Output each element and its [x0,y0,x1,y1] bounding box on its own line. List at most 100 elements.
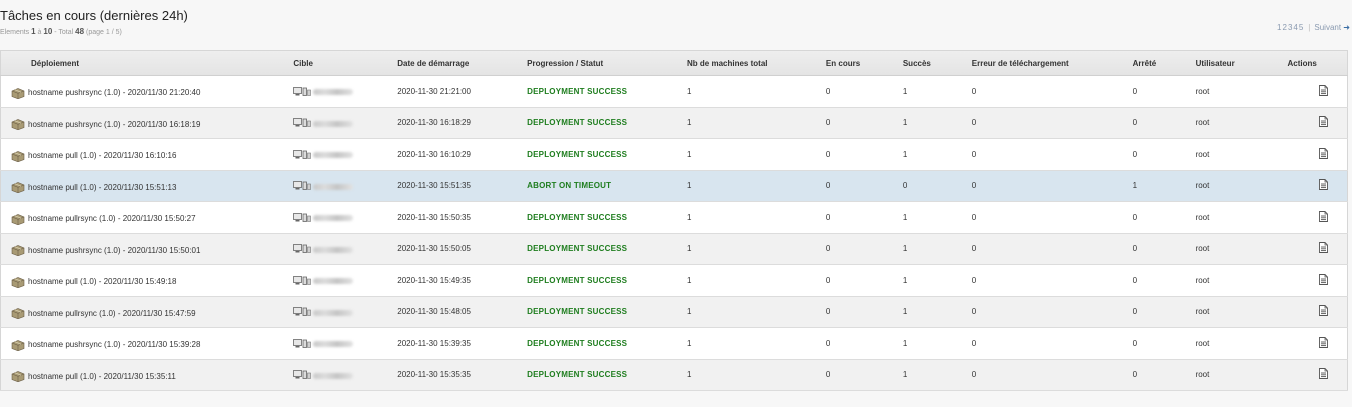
range-sep: à [37,29,42,36]
cell-date: 2020-11-30 15:35:35 [397,370,471,380]
cell-utilisateur: root [1195,244,1210,254]
cell-deploiement: hostname pullrsync (1.0) - 2020/11/30 15… [1,296,294,328]
col-succes[interactable]: Succès [902,50,972,76]
cell-date: 2020-11-30 16:10:29 [397,149,471,159]
deployment-name[interactable]: hostname pullrsync (1.0) - 2020/11/30 15… [28,309,196,318]
cell-succes: 1 [902,86,908,96]
tasks-table: Déploiement Cible Date de démarrage Prog… [0,50,1348,391]
page-link-1[interactable]: 1 [1277,23,1281,32]
status-text: DEPLOYMENT SUCCESS [527,370,628,380]
cell-en-cours: 0 [825,118,831,128]
cell-succes: 0 [902,181,908,191]
col-cible[interactable]: Cible [293,50,398,76]
cell-date: 2020-11-30 16:18:29 [397,118,471,128]
document-icon[interactable] [1318,179,1328,192]
deployment-name[interactable]: hostname pull (1.0) - 2020/11/30 15:49:1… [28,277,176,286]
page-link-3[interactable]: 3 [1288,23,1292,32]
cell-deploiement: hostname pushrsync (1.0) - 2020/11/30 15… [1,233,294,265]
col-date[interactable]: Date de démarrage [397,50,528,76]
table-row[interactable]: hostname pull (1.0) - 2020/11/30 15:35:1… [0,359,1348,391]
document-icon[interactable] [1318,210,1328,224]
col-arrete[interactable]: Arrêté [1132,50,1196,76]
document-icon[interactable] [1318,273,1328,287]
col-erreur[interactable]: Erreur de téléchargement [971,50,1133,76]
table-row[interactable]: hostname pushrsync (1.0) - 2020/11/30 16… [0,107,1348,139]
cell-deploiement: hostname pushrsync (1.0) - 2020/11/30 16… [1,107,294,139]
cell-succes: 1 [902,244,908,254]
col-en-cours[interactable]: En cours [825,50,903,76]
col-deploiement[interactable]: Déploiement [0,50,294,76]
page-link-5[interactable]: 5 [1299,23,1303,32]
cell-en-cours: 0 [825,338,831,348]
cell-arrete: 0 [1132,149,1138,159]
deployment-name[interactable]: hostname pushrsync (1.0) - 2020/11/30 15… [28,246,200,255]
status-text: ABORT ON TIMEOUT [527,181,612,191]
cell-utilisateur: root [1195,307,1210,317]
status-text: DEPLOYMENT SUCCESS [527,244,628,254]
cell-succes: 1 [902,307,908,317]
redacted-hostname [313,309,354,316]
document-icon[interactable] [1318,242,1328,255]
deployment-name[interactable]: hostname pull (1.0) - 2020/11/30 16:10:1… [28,151,176,160]
page-title: Tâches en cours (dernières 24h) [0,8,188,23]
cell-status: DEPLOYMENT SUCCESS [527,359,687,391]
page-link-2[interactable]: 2 [1282,23,1286,32]
table-row[interactable]: hostname pushrsync (1.0) - 2020/11/30 21… [0,75,1348,107]
page-link-4[interactable]: 4 [1293,23,1297,32]
cell-succes: 1 [902,149,908,159]
deployment-name[interactable]: hostname pushrsync (1.0) - 2020/11/30 21… [28,88,200,97]
table-row[interactable]: hostname pushrsync (1.0) - 2020/11/30 15… [0,327,1348,360]
table-row[interactable]: hostname pullrsync (1.0) - 2020/11/30 15… [0,201,1348,233]
table-row[interactable]: hostname pullrsync (1.0) - 2020/11/30 15… [0,296,1348,328]
document-icon[interactable] [1318,336,1328,350]
document-icon[interactable] [1318,147,1328,161]
table-row[interactable]: hostname pull (1.0) - 2020/11/30 16:10:1… [0,138,1348,170]
col-progression[interactable]: Progression / Statut [527,50,688,76]
cell-arrete: 0 [1132,86,1138,96]
cell-succes: 1 [902,338,908,348]
deployment-name[interactable]: hostname pull (1.0) - 2020/11/30 15:51:1… [28,183,176,192]
summary-prefix: Elements [0,29,30,36]
computer-icon [293,244,312,255]
computer-icon [293,149,312,161]
cell-arrete: 0 [1132,118,1138,128]
range-to: 10 [43,27,53,36]
deployment-name[interactable]: hostname pull (1.0) - 2020/11/30 15:35:1… [28,372,176,381]
page-info: (page 1 / 5) [86,29,122,36]
table-row[interactable]: hostname pull (1.0) - 2020/11/30 15:49:1… [0,264,1348,296]
cell-utilisateur: root [1195,149,1210,159]
cell-nb-machines: 1 [687,307,692,317]
cell-date: 2020-11-30 15:50:05 [397,244,471,254]
cell-actions [1287,328,1347,360]
status-text: DEPLOYMENT SUCCESS [527,307,628,317]
cell-erreur: 0 [971,244,977,254]
document-icon[interactable] [1318,305,1328,318]
cell-succes: 1 [902,212,908,222]
package-icon [11,276,25,288]
document-icon[interactable] [1318,84,1328,98]
cell-nb-machines: 1 [687,338,692,348]
cell-en-cours: 0 [825,181,831,191]
document-icon[interactable] [1318,368,1328,381]
cell-utilisateur: root [1195,338,1210,348]
cell-cible [293,233,397,265]
cell-en-cours: 0 [825,149,831,159]
document-icon[interactable] [1318,116,1328,129]
col-utilisateur[interactable]: Utilisateur [1195,50,1288,76]
deployment-name[interactable]: hostname pushrsync (1.0) - 2020/11/30 16… [28,120,200,129]
redacted-hostname [313,246,354,253]
cell-arrete: 0 [1132,370,1138,380]
cell-erreur: 0 [971,275,977,285]
table-row[interactable]: hostname pull (1.0) - 2020/11/30 15:51:1… [0,170,1348,202]
status-text: DEPLOYMENT SUCCESS [527,118,628,128]
table-row[interactable]: hostname pushrsync (1.0) - 2020/11/30 15… [0,233,1348,265]
redacted-hostname [313,152,354,159]
redacted-hostname [313,215,354,222]
computer-icon [293,118,312,129]
deployment-name[interactable]: hostname pushrsync (1.0) - 2020/11/30 15… [28,340,200,349]
next-arrow-icon[interactable]: ➜ [1343,23,1350,32]
next-page-link[interactable]: Suivant [1314,23,1341,32]
col-nb-machines[interactable]: Nb de machines total [687,50,826,76]
status-text: DEPLOYMENT SUCCESS [527,149,628,159]
deployment-name[interactable]: hostname pullrsync (1.0) - 2020/11/30 15… [28,214,196,223]
